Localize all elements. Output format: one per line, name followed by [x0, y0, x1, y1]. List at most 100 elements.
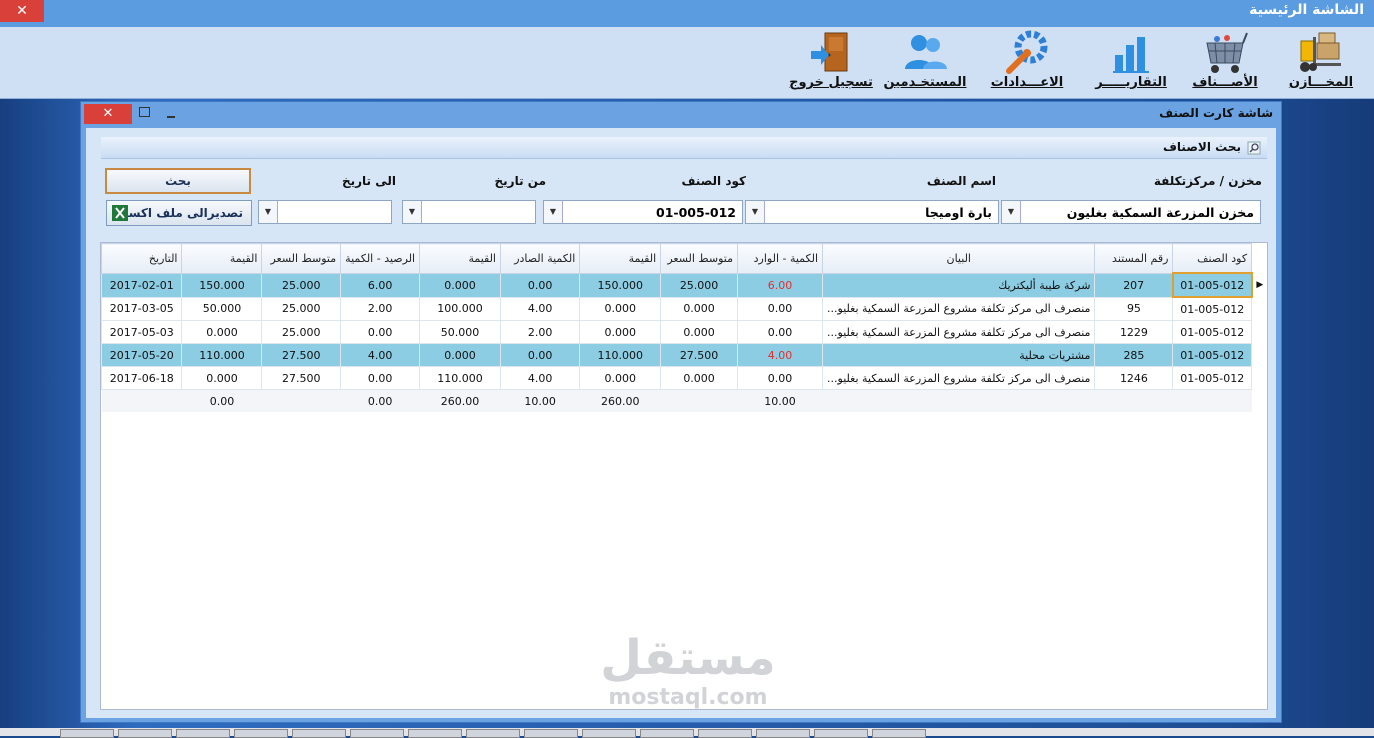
- table-row[interactable]: 01-005-012 285 مشتريات محلية 4.00 27.500 110.…: [100, 343, 1267, 367]
- window-close-button[interactable]: ✕: [84, 104, 132, 124]
- taskbar-app-icon[interactable]: [118, 729, 172, 738]
- column-header[interactable]: الكمية - الوارد: [736, 243, 824, 274]
- cell-balance-avg-price[interactable]: 25.000: [261, 320, 342, 344]
- cell-date[interactable]: 2017-06-18: [100, 366, 183, 390]
- export-excel-button[interactable]: تصديرالى ملف اكسيل: [106, 200, 252, 226]
- cell-in-value[interactable]: 110.000: [579, 343, 662, 367]
- toolbar-users-button[interactable]: المستخـدمين: [882, 27, 968, 99]
- column-header[interactable]: رقم المستند: [1094, 243, 1174, 274]
- cell-item-code[interactable]: 01-005-012: [1172, 320, 1253, 344]
- taskbar-app-icon[interactable]: [756, 729, 810, 738]
- cell-balance-qty[interactable]: 2.00: [340, 296, 421, 321]
- cell-in-qty[interactable]: 6.00: [736, 272, 824, 298]
- cell-doc-number[interactable]: 207: [1094, 272, 1174, 298]
- table-row[interactable]: 01-005-012 1246 منصرف الى مركز تكلفة مشروع…: [100, 366, 1267, 390]
- cell-balance-avg-price[interactable]: 25.000: [261, 296, 342, 321]
- cell-out-value[interactable]: 0.000: [419, 343, 501, 367]
- cell-item-code[interactable]: 01-005-012: [1172, 296, 1253, 321]
- taskbar-app-icon[interactable]: [814, 729, 868, 738]
- cell-in-qty[interactable]: 0.00: [736, 366, 824, 390]
- taskbar-app-icon[interactable]: [350, 729, 404, 738]
- cell-balance-value[interactable]: 0.000: [181, 366, 263, 390]
- cell-item-code[interactable]: 01-005-012: [1172, 366, 1253, 390]
- row-indicator[interactable]: ▶: [1251, 273, 1267, 297]
- taskbar-app-icon[interactable]: [582, 729, 636, 738]
- chevron-down-icon[interactable]: ▼: [544, 201, 563, 223]
- cell-in-qty[interactable]: 4.00: [736, 343, 824, 367]
- item-code-select[interactable]: ▼ 01-005-012: [543, 200, 743, 224]
- column-header[interactable]: الرصيد - الكمية: [340, 243, 421, 274]
- cell-in-avg-price[interactable]: 27.500: [660, 343, 738, 367]
- column-header[interactable]: التاريخ: [100, 243, 183, 274]
- cell-balance-qty[interactable]: 0.00: [340, 320, 421, 344]
- cell-out-value[interactable]: 110.000: [419, 366, 501, 390]
- row-indicator[interactable]: [1251, 366, 1267, 390]
- column-header[interactable]: متوسط السعر: [660, 243, 738, 274]
- cell-in-value[interactable]: 0.000: [579, 366, 662, 390]
- column-header[interactable]: القيمة: [579, 243, 662, 274]
- cell-date[interactable]: 2017-05-20: [100, 343, 183, 367]
- cell-balance-value[interactable]: 50.000: [181, 296, 263, 321]
- cell-description[interactable]: منصرف الى مركز تكلفة مشروع المزرعة السمك…: [822, 296, 1096, 321]
- toolbar-warehouses-button[interactable]: المخـــازن: [1276, 27, 1366, 99]
- cell-description[interactable]: شركة طيبة أليكتريك: [822, 272, 1096, 298]
- cell-in-qty[interactable]: 0.00: [736, 296, 824, 321]
- column-header[interactable]: متوسط السعر: [261, 243, 342, 274]
- taskbar-app-icon[interactable]: [524, 729, 578, 738]
- taskbar-app-icon[interactable]: [234, 729, 288, 738]
- cell-in-value[interactable]: 0.000: [579, 296, 662, 321]
- cell-in-avg-price[interactable]: 0.000: [660, 366, 738, 390]
- toolbar-settings-button[interactable]: الاعـــدادات: [982, 27, 1072, 99]
- cell-in-qty[interactable]: 0.00: [736, 320, 824, 344]
- taskbar-app-icon[interactable]: [698, 729, 752, 738]
- cell-balance-value[interactable]: 0.000: [181, 320, 263, 344]
- taskbar-app-icon[interactable]: [408, 729, 462, 738]
- toolbar-reports-button[interactable]: التقاريـــــر: [1086, 27, 1176, 99]
- table-row[interactable]: 01-005-012 95 منصرف الى مركز تكلفة مشروع ا…: [100, 296, 1267, 321]
- chevron-down-icon[interactable]: ▼: [403, 201, 422, 223]
- row-indicator[interactable]: [1251, 297, 1267, 321]
- cell-doc-number[interactable]: 285: [1094, 343, 1174, 367]
- toolbar-logout-button[interactable]: تسجيل خروج: [788, 27, 874, 99]
- taskbar-app-icon[interactable]: [872, 729, 926, 738]
- cell-balance-avg-price[interactable]: 27.500: [261, 366, 342, 390]
- column-header[interactable]: كود الصنف: [1172, 243, 1253, 274]
- cell-description[interactable]: منصرف الى مركز تكلفة مشروع المزرعة السمك…: [822, 366, 1096, 390]
- cell-doc-number[interactable]: 1229: [1094, 320, 1174, 344]
- chevron-down-icon[interactable]: ▼: [746, 201, 765, 223]
- cell-date[interactable]: 2017-05-03: [100, 320, 183, 344]
- cell-out-qty[interactable]: 4.00: [499, 296, 581, 321]
- cell-balance-qty[interactable]: 0.00: [340, 366, 421, 390]
- to-date-picker[interactable]: ▼: [258, 200, 392, 224]
- cell-date[interactable]: 2017-02-01: [100, 272, 183, 298]
- cell-balance-avg-price[interactable]: 25.000: [261, 272, 342, 298]
- cell-out-qty[interactable]: 0.00: [499, 272, 581, 298]
- column-header[interactable]: القيمة: [181, 243, 263, 274]
- cell-doc-number[interactable]: 1246: [1094, 366, 1174, 390]
- warehouse-select[interactable]: ▼ مخزن المزرعة السمكية بغليون: [1001, 200, 1261, 224]
- table-row[interactable]: ▶ 01-005-012 207 شركة طيبة أليكتريك 6.00 25.0…: [100, 272, 1267, 298]
- cell-description[interactable]: منصرف الى مركز تكلفة مشروع المزرعة السمك…: [822, 320, 1096, 344]
- cell-balance-value[interactable]: 110.000: [181, 343, 263, 367]
- cell-doc-number[interactable]: 95: [1094, 296, 1174, 321]
- column-header[interactable]: القيمة: [419, 243, 501, 274]
- cell-out-value[interactable]: 100.000: [419, 296, 501, 321]
- cell-in-avg-price[interactable]: 0.000: [660, 296, 738, 321]
- window-maximize-button[interactable]: [139, 107, 150, 117]
- cell-in-value[interactable]: 0.000: [579, 320, 662, 344]
- cell-balance-qty[interactable]: 6.00: [340, 272, 421, 298]
- cell-out-value[interactable]: 50.000: [419, 320, 501, 344]
- taskbar-app-icon[interactable]: [640, 729, 694, 738]
- taskbar-app-icon[interactable]: [292, 729, 346, 738]
- cell-in-value[interactable]: 150.000: [579, 272, 662, 298]
- cell-in-avg-price[interactable]: 0.000: [660, 320, 738, 344]
- taskbar-app-icon[interactable]: [466, 729, 520, 738]
- chevron-down-icon[interactable]: ▼: [1002, 201, 1021, 223]
- chevron-down-icon[interactable]: ▼: [259, 201, 278, 223]
- cell-out-qty[interactable]: 4.00: [499, 366, 581, 390]
- column-header[interactable]: الكمية الصادر: [499, 243, 581, 274]
- table-row[interactable]: 01-005-012 1229 منصرف الى مركز تكلفة مشروع…: [100, 320, 1267, 344]
- taskbar-app-icon[interactable]: [176, 729, 230, 738]
- cell-balance-value[interactable]: 150.000: [181, 272, 263, 298]
- item-name-select[interactable]: ▼ بارة اوميجا: [745, 200, 999, 224]
